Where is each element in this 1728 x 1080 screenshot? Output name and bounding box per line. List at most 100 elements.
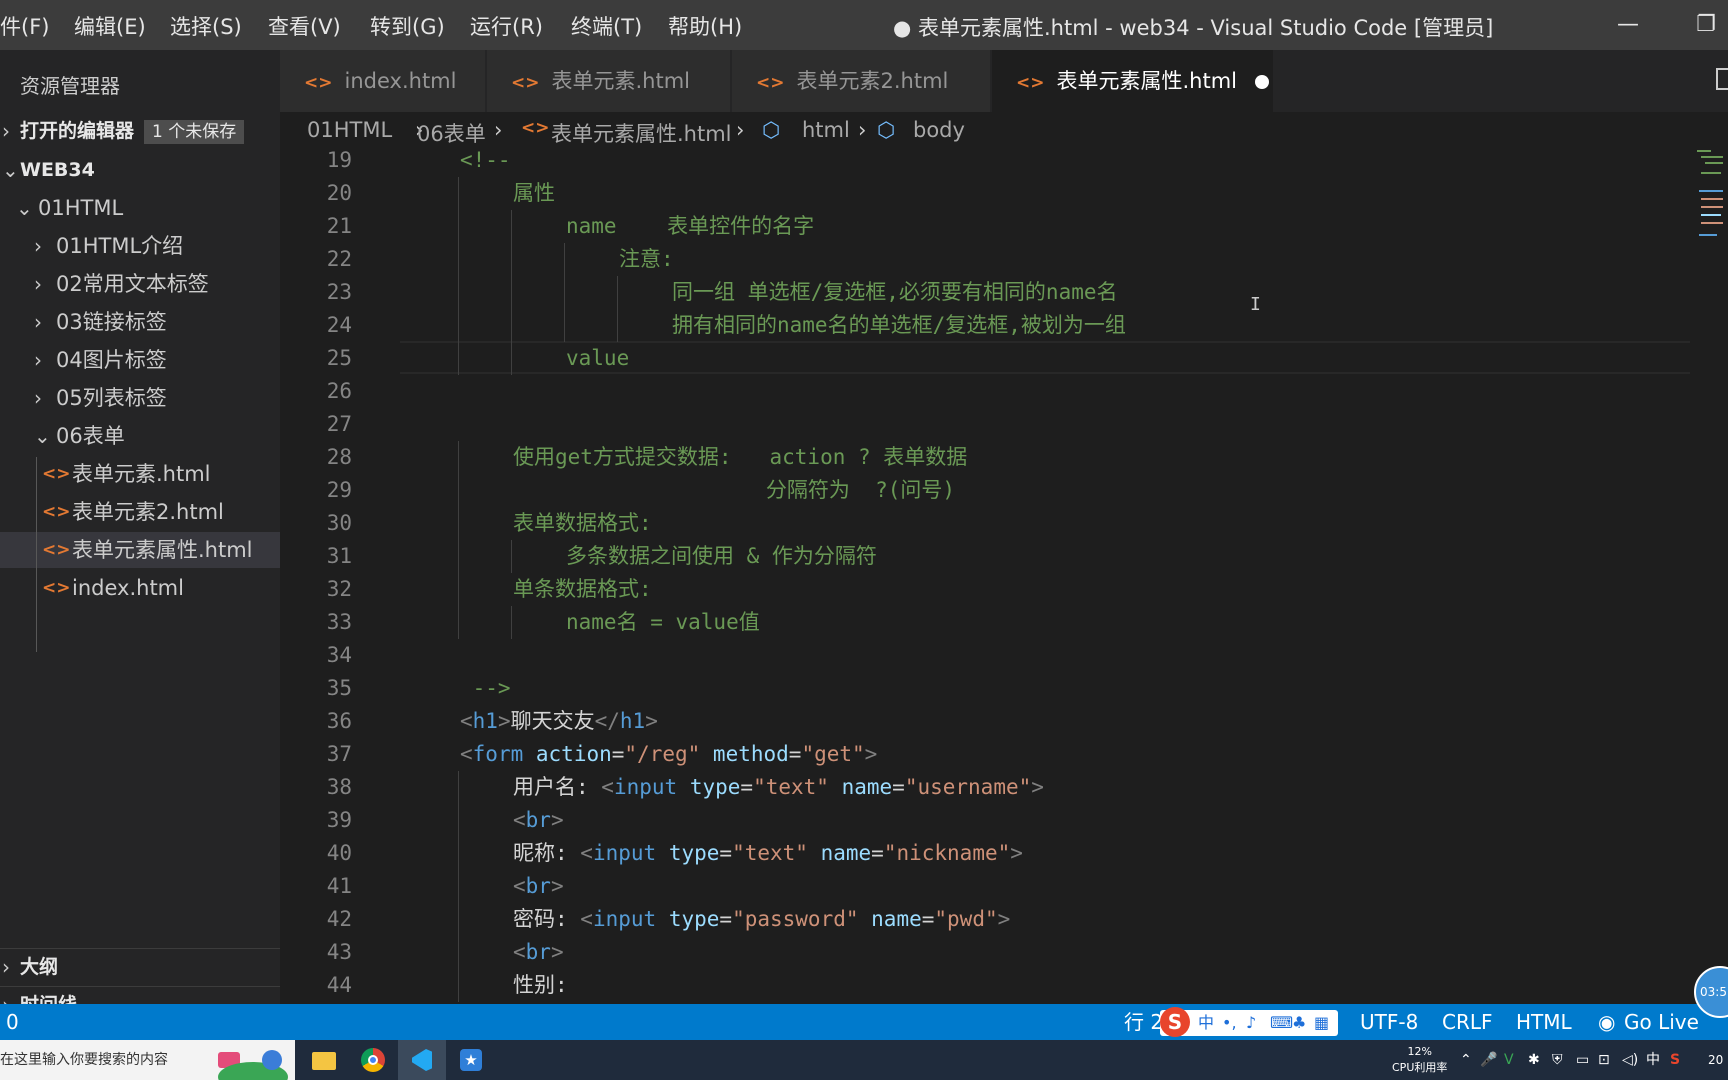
tree-item-label: 03链接标签 <box>56 310 167 334</box>
language-mode[interactable]: HTML <box>1516 1004 1572 1040</box>
security-icon[interactable]: ⛨ <box>1552 1040 1563 1080</box>
open-editors-section[interactable]: › 打开的编辑器 1 个未保存 <box>0 113 280 149</box>
encoding[interactable]: UTF-8 <box>1360 1004 1418 1040</box>
editor-tab[interactable]: <> 表单元素属性.html <box>992 50 1274 112</box>
breadcrumb-symbol[interactable]: body <box>913 118 965 142</box>
menu-item[interactable]: 查看(V) <box>268 11 341 41</box>
indent-guide <box>458 507 459 540</box>
tree-folder[interactable]: › 05列表标签 <box>0 380 280 416</box>
tree-folder[interactable]: › 03链接标签 <box>0 304 280 340</box>
tree-folder[interactable]: › 04图片标签 <box>0 342 280 378</box>
minimap[interactable] <box>1697 150 1727 270</box>
file-explorer-icon[interactable] <box>300 1040 348 1080</box>
tree-folder[interactable]: ⌄ 06表单 <box>0 418 280 454</box>
menu-item[interactable]: 终端(T) <box>571 11 642 41</box>
pinned-app-icon[interactable]: ★ <box>447 1040 495 1080</box>
toolbox-icon[interactable]: ▦ <box>1314 1012 1329 1034</box>
code-line: 32 单条数据格式: <box>280 573 1690 606</box>
code-token: < <box>513 808 526 832</box>
chevron-up-icon[interactable]: ⌃ <box>1460 1040 1472 1080</box>
tree-folder[interactable]: › 02常用文本标签 <box>0 266 280 302</box>
display-icon[interactable]: ▭ <box>1576 1040 1589 1080</box>
cursor-position[interactable]: 行 2 <box>1124 1004 1163 1040</box>
punctuation-icon[interactable]: •, <box>1222 1012 1237 1034</box>
sogou-tray-icon[interactable]: S <box>1670 1040 1680 1080</box>
tree-folder[interactable]: › 01HTML介绍 <box>0 228 280 264</box>
ime-indicator[interactable]: 中 <box>1646 1040 1660 1080</box>
code-text: <form action="/reg" method="get"> <box>460 738 877 771</box>
go-live-button[interactable]: Go Live <box>1624 1004 1699 1040</box>
cpu-widget[interactable]: 12% CPU利用率 <box>1392 1044 1447 1076</box>
microphone-icon[interactable]: ♪ <box>1246 1012 1256 1034</box>
line-number: 42 <box>326 907 352 931</box>
chevron-right-icon: › <box>2 955 10 979</box>
restore-button[interactable]: ❐ <box>1676 0 1728 50</box>
code-token: action <box>535 742 612 766</box>
tree-file[interactable]: <> 表单元素属性.html <box>0 532 280 568</box>
chevron-down-icon: ⌄ <box>16 196 33 220</box>
code-editor[interactable]: 19 <!-- 20 属性 21 name 表单控件的名字 22 注意: 23 同一组 单选框/复… <box>280 150 1728 1004</box>
breadcrumb-folder[interactable]: 01HTML <box>307 118 392 142</box>
menu-item[interactable]: 编辑(E) <box>74 11 146 41</box>
outline-section[interactable]: › 大纲 <box>0 948 280 985</box>
menu-item[interactable]: 件(F) <box>0 11 49 41</box>
indent-guide <box>511 540 512 573</box>
code-token: 聊天交友 <box>510 709 595 733</box>
chrome-icon[interactable] <box>349 1040 397 1080</box>
skin-icon[interactable]: ♣ <box>1292 1012 1306 1034</box>
indent-guide <box>458 771 459 804</box>
line-number: 31 <box>326 544 352 568</box>
breadcrumb-folder[interactable]: 06表单 <box>417 118 486 148</box>
tree-folder[interactable]: ⌄ 01HTML <box>0 190 280 226</box>
code-line: 42 密码: <input type="password" name="pwd"> <box>280 903 1690 936</box>
menu-item[interactable]: 运行(R) <box>470 11 543 41</box>
tab-label: 表单元素属性.html <box>1056 69 1238 93</box>
line-number: 30 <box>326 511 352 535</box>
line-ending[interactable]: CRLF <box>1442 1004 1493 1040</box>
menu-item[interactable]: 转到(G) <box>370 11 445 41</box>
unsaved-dot-icon[interactable] <box>1255 75 1270 89</box>
breadcrumb-file[interactable]: 表单元素属性.html <box>551 118 732 148</box>
explorer-sidebar: 资源管理器 › 打开的编辑器 1 个未保存 ⌄ WEB34 ⌄ 01HTML › 01… <box>0 50 280 1017</box>
keyboard-icon[interactable]: ⌨ <box>1270 1012 1293 1034</box>
clock-date[interactable]: 20 <box>1708 1040 1723 1080</box>
tree-file[interactable]: <> index.html <box>0 570 280 606</box>
code-token: > <box>645 709 658 733</box>
cpu-label: CPU利用率 <box>1392 1061 1448 1074</box>
breadcrumb-symbol[interactable]: html <box>802 118 850 142</box>
editor-tab[interactable]: <> 表单元素.html <box>487 50 731 112</box>
volume-icon[interactable]: ◁) <box>1622 1040 1638 1080</box>
split-editor-icon[interactable] <box>1716 68 1728 90</box>
ime-toolbar[interactable]: S 中 •, ♪ ⌨ ♣ ▦ <box>1160 1007 1338 1037</box>
code-token: = <box>788 742 802 766</box>
tree-file[interactable]: <> 表单元素2.html <box>0 494 280 530</box>
menu-item[interactable]: 选择(S) <box>170 11 242 41</box>
vpn-icon[interactable]: V <box>1504 1040 1514 1080</box>
code-token: method <box>712 742 789 766</box>
indent-guide <box>458 474 459 507</box>
microphone-icon[interactable]: 🎤 <box>1480 1040 1497 1080</box>
tree-item-label: 04图片标签 <box>56 348 167 372</box>
taskbar-search[interactable]: 在这里输入你要搜索的内容 <box>0 1040 295 1080</box>
editor-tab[interactable]: <> index.html <box>280 50 486 112</box>
tree-indent-guide <box>36 457 37 652</box>
minimize-button[interactable]: — <box>1598 0 1658 50</box>
workspace-section[interactable]: ⌄ WEB34 <box>0 152 280 188</box>
ime-mode[interactable]: 中 <box>1198 1012 1214 1034</box>
editor-tab[interactable]: <> 表单元素2.html <box>732 50 991 112</box>
line-number: 29 <box>326 478 352 502</box>
code-token: < <box>601 775 614 799</box>
code-token: > <box>550 808 564 832</box>
network-icon[interactable]: ⊡ <box>1598 1040 1610 1080</box>
vscode-icon[interactable] <box>398 1040 446 1080</box>
bluetooth-icon[interactable]: ✱ <box>1528 1040 1540 1080</box>
code-text: 性别: <box>513 969 568 1002</box>
tree-file[interactable]: <> 表单元素.html <box>0 456 280 492</box>
line-number: 32 <box>326 577 352 601</box>
indent-guide <box>511 342 512 375</box>
problems-count[interactable]: 0 <box>6 1004 19 1040</box>
menu-item[interactable]: 帮助(H) <box>668 11 742 41</box>
chevron-right-icon: › <box>858 118 867 142</box>
